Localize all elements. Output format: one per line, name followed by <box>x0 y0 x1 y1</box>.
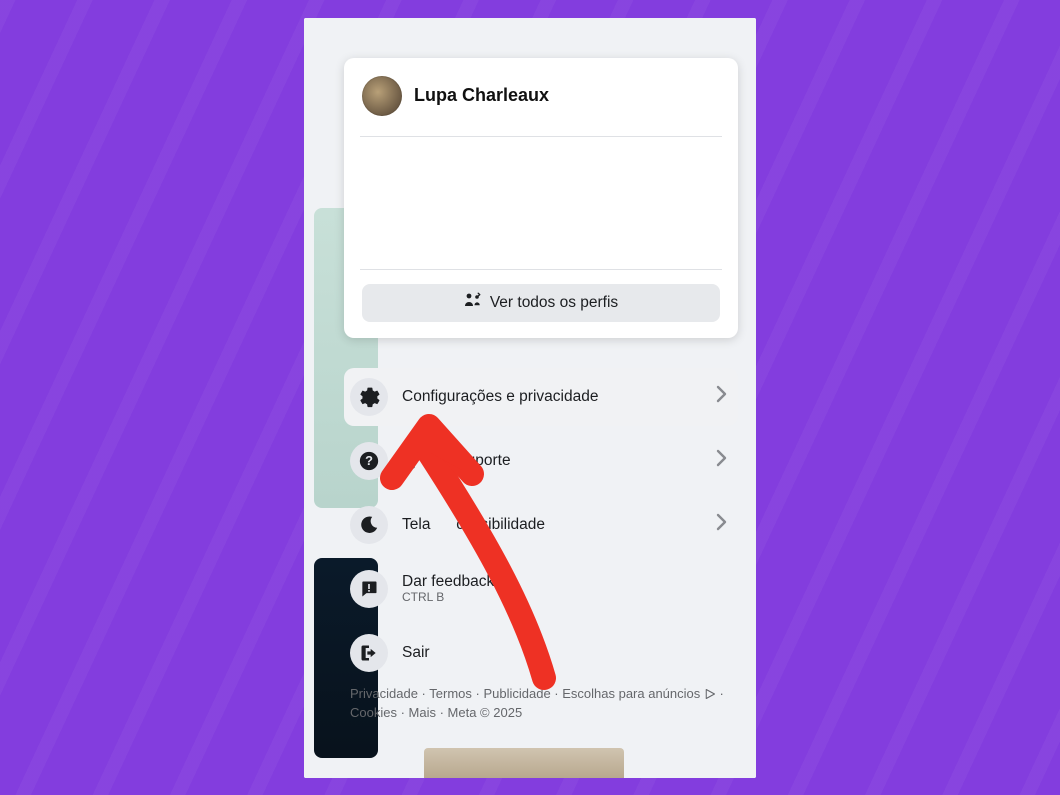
footer-links: Privacidade Termos Publicidade Escolhas … <box>350 684 730 723</box>
gear-icon <box>350 378 388 416</box>
profile-row[interactable]: Lupa Charleaux <box>362 76 720 122</box>
profile-card: Lupa Charleaux Ver todos os perfis <box>344 58 738 338</box>
menu-item-give-feedback[interactable]: Dar feedback CTRL B <box>344 560 738 618</box>
chevron-right-icon <box>714 383 728 410</box>
screenshot-frame: Lupa Charleaux Ver todos os perfis <box>304 18 756 778</box>
feedback-icon <box>350 570 388 608</box>
menu-item-help-support[interactable]: ? Ajuda e suporte <box>344 432 738 490</box>
footer-link-advertising[interactable]: Publicidade <box>483 686 550 701</box>
svg-text:?: ? <box>365 453 373 468</box>
divider <box>360 136 722 137</box>
menu-item-settings-privacy[interactable]: Configurações e privacidade <box>344 368 738 426</box>
divider <box>360 269 722 270</box>
footer-meta-copyright: Meta © 2025 <box>448 705 523 720</box>
menu-label: Dar feedback <box>402 573 494 590</box>
menu-item-display-accessibility[interactable]: Tela e acessibilidade <box>344 496 738 554</box>
profiles-spacer <box>362 151 720 255</box>
view-all-profiles-button[interactable]: Ver todos os perfis <box>362 284 720 322</box>
footer-link-cookies[interactable]: Cookies <box>350 705 397 720</box>
account-menu-list: Configurações e privacidade ? Ajuda e su… <box>344 368 738 688</box>
help-icon: ? <box>350 442 388 480</box>
chevron-right-icon <box>714 511 728 538</box>
moon-icon <box>350 506 388 544</box>
chevron-right-icon <box>714 447 728 474</box>
keyboard-shortcut: CTRL B <box>402 590 494 604</box>
view-all-profiles-label: Ver todos os perfis <box>490 294 618 312</box>
footer-link-adchoices[interactable]: Escolhas para anúncios <box>562 686 700 701</box>
menu-label: Tela e acessibilidade <box>402 516 700 534</box>
menu-label: Ajuda e suporte <box>402 452 700 470</box>
profile-name: Lupa Charleaux <box>414 85 549 106</box>
menu-item-logout[interactable]: Sair <box>344 624 738 682</box>
menu-label: Configurações e privacidade <box>402 388 700 406</box>
photo-strip <box>424 748 624 778</box>
footer-link-more[interactable]: Mais <box>409 705 436 720</box>
facebook-account-menu: Lupa Charleaux Ver todos os perfis <box>304 18 756 778</box>
menu-label: Sair <box>402 644 728 662</box>
footer-link-terms[interactable]: Termos <box>429 686 472 701</box>
footer-link-privacy[interactable]: Privacidade <box>350 686 418 701</box>
logout-icon <box>350 634 388 672</box>
adchoices-icon <box>704 686 720 701</box>
people-switch-icon <box>464 292 482 313</box>
avatar <box>362 76 402 116</box>
